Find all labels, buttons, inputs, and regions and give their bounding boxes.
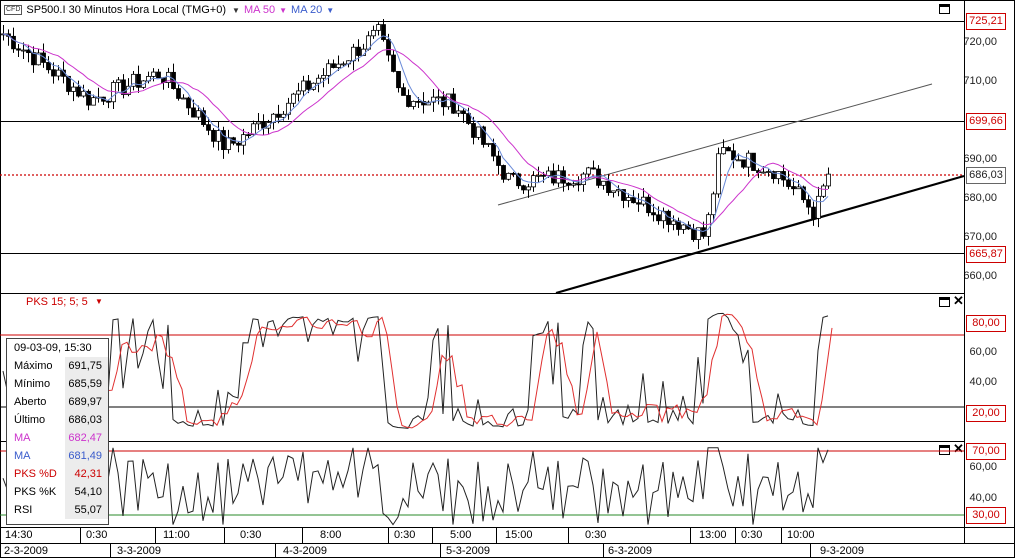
info-row: Último 686,03 (7, 411, 108, 429)
info-value: 685,59 (68, 378, 102, 390)
date-tick: 2-3-2009 (4, 545, 49, 557)
time-tick: 14:30 (5, 529, 33, 541)
time-tick: 0:30 (86, 529, 108, 541)
info-key: RSI (14, 504, 33, 516)
info-key: Máximo (14, 360, 53, 372)
stoch-box-lower: 20,00 (966, 405, 1006, 422)
price-tick: 660,00 (963, 270, 997, 282)
price-tick: 670,00 (963, 231, 997, 243)
info-key: Mínimo (14, 378, 51, 390)
maximize-stoch-pane-icon[interactable] (939, 297, 950, 307)
price-box-resistance: 699,66 (966, 113, 1006, 130)
info-value: 686,03 (68, 414, 102, 426)
price-tick: 710,00 (963, 75, 997, 87)
info-value: 691,75 (68, 360, 102, 372)
time-tick: 11:00 (163, 529, 190, 541)
time-tick: 0:30 (240, 529, 262, 541)
ma20-label[interactable]: MA 20 (291, 4, 322, 16)
time-tick: 5:00 (450, 529, 472, 541)
info-key: MA (14, 432, 31, 444)
price-box-top: 725,21 (966, 13, 1006, 30)
info-row: RSI 55,07 (7, 501, 108, 519)
price-tick: 680,00 (963, 192, 997, 204)
symbol-label[interactable]: SP500.I 30 Minutos Hora Local (TMG+0) (26, 4, 226, 16)
time-tick: 10:00 (787, 529, 815, 541)
info-value: 682,47 (68, 432, 102, 444)
rsi-tick: 40,00 (969, 492, 997, 504)
info-date: 09-03-09, 15:30 (14, 342, 92, 354)
cfd-badge: CFD (4, 5, 23, 15)
info-row: MA 682,47 (7, 429, 108, 447)
ma50-dropdown-icon[interactable]: ▼ (279, 6, 287, 15)
price-box-last: 686,03 (966, 167, 1006, 184)
info-key: PKS %D (14, 468, 57, 480)
info-key: PKS %K (14, 486, 57, 498)
date-tick: 6-3-2009 (608, 545, 653, 557)
close-stoch-pane-icon[interactable]: ✕ (953, 294, 964, 307)
symbol-dropdown-icon[interactable]: ▼ (232, 6, 240, 15)
price-tick: 720,00 (963, 36, 997, 48)
rsi-box-upper: 70,00 (966, 443, 1006, 460)
info-value: 689,97 (68, 396, 102, 408)
date-tick: 4-3-2009 (283, 545, 328, 557)
time-tick: 0:30 (585, 529, 607, 541)
date-tick: 3-3-2009 (117, 545, 162, 557)
info-row: MA 681,49 (7, 447, 108, 465)
info-row: Mínimo 685,59 (7, 375, 108, 393)
info-key: Aberto (14, 396, 47, 408)
rsi-pane[interactable]: ✕ 60,00 40,00 70,00 30,00 (0, 441, 1015, 527)
info-row: PKS %D 42,31 (7, 465, 108, 483)
info-key: Último (14, 414, 46, 426)
maximize-rsi-pane-icon[interactable] (939, 445, 950, 455)
price-box-support: 665,87 (966, 246, 1006, 263)
data-window: 09-03-09, 15:30 Máximo 691,75 Mínimo 685,59… (6, 338, 109, 525)
close-rsi-pane-icon[interactable]: ✕ (953, 442, 964, 455)
info-value: 55,07 (74, 504, 102, 516)
date-tick: 5-3-2009 (446, 545, 491, 557)
info-date-row: 09-03-09, 15:30 (7, 339, 108, 357)
info-row: Aberto 689,97 (7, 393, 108, 411)
time-tick: 15:00 (505, 529, 533, 541)
time-tick: 8:00 (320, 529, 342, 541)
info-row: PKS %K 54,10 (7, 483, 108, 501)
price-tick: 690,00 (963, 153, 997, 165)
rsi-tick: 60,00 (969, 461, 997, 473)
time-tick: 0:30 (741, 529, 763, 541)
rsi-box-lower: 30,00 (966, 507, 1006, 524)
chart-header: CFD SP500.I 30 Minutos Hora Local (TMG+0… (4, 3, 334, 17)
price-pane[interactable]: CFD SP500.I 30 Minutos Hora Local (TMG+0… (0, 0, 1015, 293)
info-key: MA (14, 450, 31, 462)
stoch-tick: 60,00 (969, 346, 997, 358)
time-tick: 13:00 (699, 529, 727, 541)
stochastic-pane[interactable]: PKS 15; 5; 5 ▼ ✕ 60,00 40,00 80,00 20,00 (0, 293, 1015, 441)
time-tick: 0:30 (394, 529, 416, 541)
date-tick: 9-3-2009 (820, 545, 865, 557)
stoch-box-upper: 80,00 (966, 315, 1006, 332)
info-value: 42,31 (74, 468, 102, 480)
stoch-tick: 40,00 (969, 376, 997, 388)
info-row: Máximo 691,75 (7, 357, 108, 375)
ma20-dropdown-icon[interactable]: ▼ (326, 6, 334, 15)
chart-window: CFD SP500.I 30 Minutos Hora Local (TMG+0… (0, 0, 1015, 558)
ma50-label[interactable]: MA 50 (244, 4, 275, 16)
maximize-price-pane-icon[interactable] (939, 4, 950, 14)
info-value: 54,10 (74, 486, 102, 498)
info-value: 681,49 (68, 450, 102, 462)
stoch-dropdown-icon[interactable]: ▼ (95, 297, 103, 306)
stoch-label[interactable]: PKS 15; 5; 5 (26, 296, 88, 308)
